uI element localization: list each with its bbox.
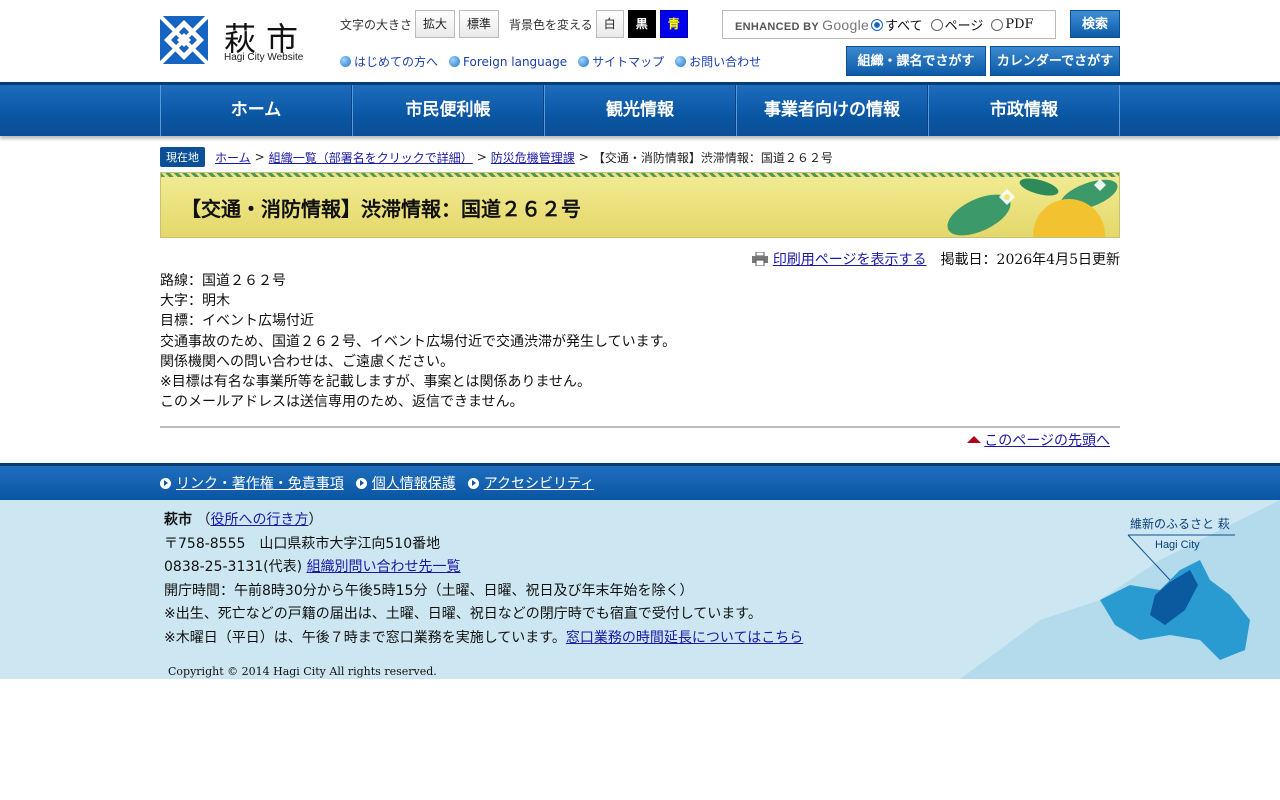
contact-list-link[interactable]: 組織別問い合わせ先一覧	[307, 559, 461, 575]
global-nav: ホーム 市民便利帳 観光情報 事業者向けの情報 市政情報	[0, 82, 1280, 136]
circle-arrow-icon	[578, 56, 590, 67]
footer-nav: リンク・著作権・免責事項 個人情報保護 アクセシビリティ	[0, 463, 1280, 501]
search-input[interactable]: ENHANCED BY Google	[723, 17, 871, 33]
nav-business[interactable]: 事業者向けの情報	[736, 85, 928, 136]
circle-arrow-icon	[355, 477, 367, 489]
footer-link-accessibility[interactable]: アクセシビリティ	[467, 473, 594, 493]
find-by-calendar-button[interactable]: カレンダーでさがす	[990, 46, 1120, 76]
footer-org-line: 萩市 （役所への行き方）	[164, 512, 323, 529]
page-top-row: このページの先頭へ	[160, 426, 1120, 450]
circle-arrow-icon	[675, 56, 687, 67]
body-line: 路線：国道２６２号	[160, 273, 286, 289]
print-page-link[interactable]: 印刷用ページを表示する	[773, 249, 927, 269]
breadcrumb-disaster-dept[interactable]: 防災危機管理課	[491, 149, 575, 166]
site-header: 萩市 Hagi City Website 文字の大きさ 拡大 標準 背景色を変え…	[160, 0, 1120, 82]
site-subtitle: Hagi City Website	[224, 52, 304, 63]
search-scope-page[interactable]: ページ	[930, 15, 983, 34]
link-foreign-language[interactable]: Foreign language	[449, 53, 567, 70]
map-caption: 維新のふるさと 萩	[1130, 516, 1230, 531]
link-sitemap[interactable]: サイトマップ	[578, 53, 664, 70]
page-title: 【交通・消防情報】渋滞情報：国道２６２号	[181, 197, 581, 221]
page-title-banner: 【交通・消防情報】渋滞情報：国道２６２号	[160, 172, 1120, 238]
circle-arrow-icon	[449, 56, 461, 67]
find-by-organization-button[interactable]: 組織・課名でさがす	[846, 46, 986, 76]
link-first-visit[interactable]: はじめての方へ	[340, 53, 438, 70]
site-footer: 維新のふるさと 萩 Hagi City 萩市 （役所への行き方） 〒758-85…	[0, 500, 1280, 680]
radio-selected-icon	[871, 18, 883, 31]
publish-date: 掲載日：2026年4月5日更新	[940, 252, 1120, 268]
breadcrumb-org-list[interactable]: 組織一覧（部署名をクリックで詳細）	[269, 149, 473, 166]
page-meta: 印刷用ページを表示する 掲載日：2026年4月5日更新	[160, 249, 1120, 269]
search-button[interactable]: 検索	[1070, 10, 1120, 38]
nav-tourism[interactable]: 観光情報	[544, 85, 736, 136]
footer-hours: 開庁時間：午前8時30分から午後5時15分（土曜、日曜、祝日及び年末年始を除く）	[164, 582, 694, 599]
bg-white-button[interactable]: 白	[595, 10, 624, 38]
footer-note-thursday: ※木曜日（平日）は、午後７時まで窓口業務を実施しています。窓口業務の時間延長につ…	[164, 629, 804, 646]
breadcrumb-home[interactable]: ホーム	[215, 149, 251, 166]
footer-link-legal[interactable]: リンク・著作権・免責事項	[160, 473, 344, 493]
link-contact[interactable]: お問い合わせ	[675, 53, 761, 70]
body-line: 大字：明木	[160, 293, 230, 310]
access-directions-link[interactable]: 役所への行き方	[210, 512, 308, 528]
page-top-link[interactable]: このページの先頭へ	[984, 433, 1110, 449]
body-line: 交通事故のため、国道２６２号、イベント広場付近で交通渋滞が発生しています。	[160, 333, 677, 350]
font-enlarge-button[interactable]: 拡大	[415, 10, 456, 38]
footer-phone-line: 0838-25-3131(代表) 組織別問い合わせ先一覧	[164, 556, 1120, 580]
radio-icon	[930, 18, 943, 31]
article-body: 路線：国道２６２号 大字：明木 目標：イベント広場付近 交通事故のため、国道２６…	[160, 271, 1120, 412]
search-box: ENHANCED BY Google すべて ページ PDF	[722, 10, 1056, 39]
footer-link-privacy[interactable]: 個人情報保護	[355, 473, 456, 493]
nav-citizen-guide[interactable]: 市民便利帳	[352, 85, 544, 136]
radio-icon	[991, 18, 1004, 31]
breadcrumb-current: 【交通・消防情報】渋滞情報：国道２６２号	[592, 150, 833, 165]
citrus-decoration-icon	[947, 178, 1118, 237]
arrow-up-icon	[967, 435, 982, 443]
site-logo[interactable]: 萩市 Hagi City Website	[160, 16, 310, 66]
body-line: 関係機関への問い合わせは、ご遠慮ください。	[160, 353, 454, 370]
extended-hours-link[interactable]: 窓口業務の時間延長についてはこちら	[566, 630, 803, 646]
body-line: 目標：イベント広場付近	[160, 313, 314, 330]
bg-blue-button[interactable]: 青	[659, 10, 688, 38]
footer-note-registry: ※出生、死亡などの戸籍の届出は、土曜、日曜、祝日などの閉庁時でも宿直で受付してい…	[164, 606, 762, 623]
header-sublinks: はじめての方へ Foreign language サイトマップ お問い合わせ	[340, 53, 772, 70]
search-scope-pdf[interactable]: PDF	[991, 17, 1034, 32]
breadcrumb-here-badge: 現在地	[160, 147, 205, 167]
font-standard-button[interactable]: 標準	[459, 10, 500, 38]
circle-arrow-icon	[340, 56, 351, 67]
font-size-label: 文字の大きさ	[340, 17, 413, 32]
circle-arrow-icon	[160, 477, 171, 489]
footer-phone: 0838-25-3131(代表)	[164, 559, 303, 576]
bg-color-label: 背景色を変える	[509, 17, 593, 32]
breadcrumb: 現在地 ホーム > 組織一覧（部署名をクリックで詳細） > 防災危機管理課 > …	[160, 147, 1120, 167]
printer-icon	[751, 251, 768, 267]
accessibility-tools: 文字の大きさ 拡大 標準 背景色を変える 白 黒 青	[340, 10, 692, 38]
circle-arrow-icon	[467, 477, 479, 489]
footer-address: 〒758-8555 山口県萩市大字江向510番地	[164, 535, 441, 552]
body-line: このメールアドレスは送信専用のため、返信できません。	[160, 394, 524, 411]
nav-city-admin[interactable]: 市政情報	[928, 85, 1120, 136]
footer-org-name: 萩市	[164, 512, 192, 529]
map-subcaption: Hagi City	[1155, 539, 1200, 551]
bg-black-button[interactable]: 黒	[627, 10, 656, 38]
copyright: Copyright © 2014 Hagi City All rights re…	[168, 665, 437, 679]
body-line: ※目標は有名な事業所等を記載しますが、事案とは関係ありません。	[160, 374, 592, 391]
hagi-logo-icon	[160, 16, 208, 64]
nav-home[interactable]: ホーム	[160, 85, 352, 136]
search-scope-all[interactable]: すべて	[871, 15, 923, 34]
